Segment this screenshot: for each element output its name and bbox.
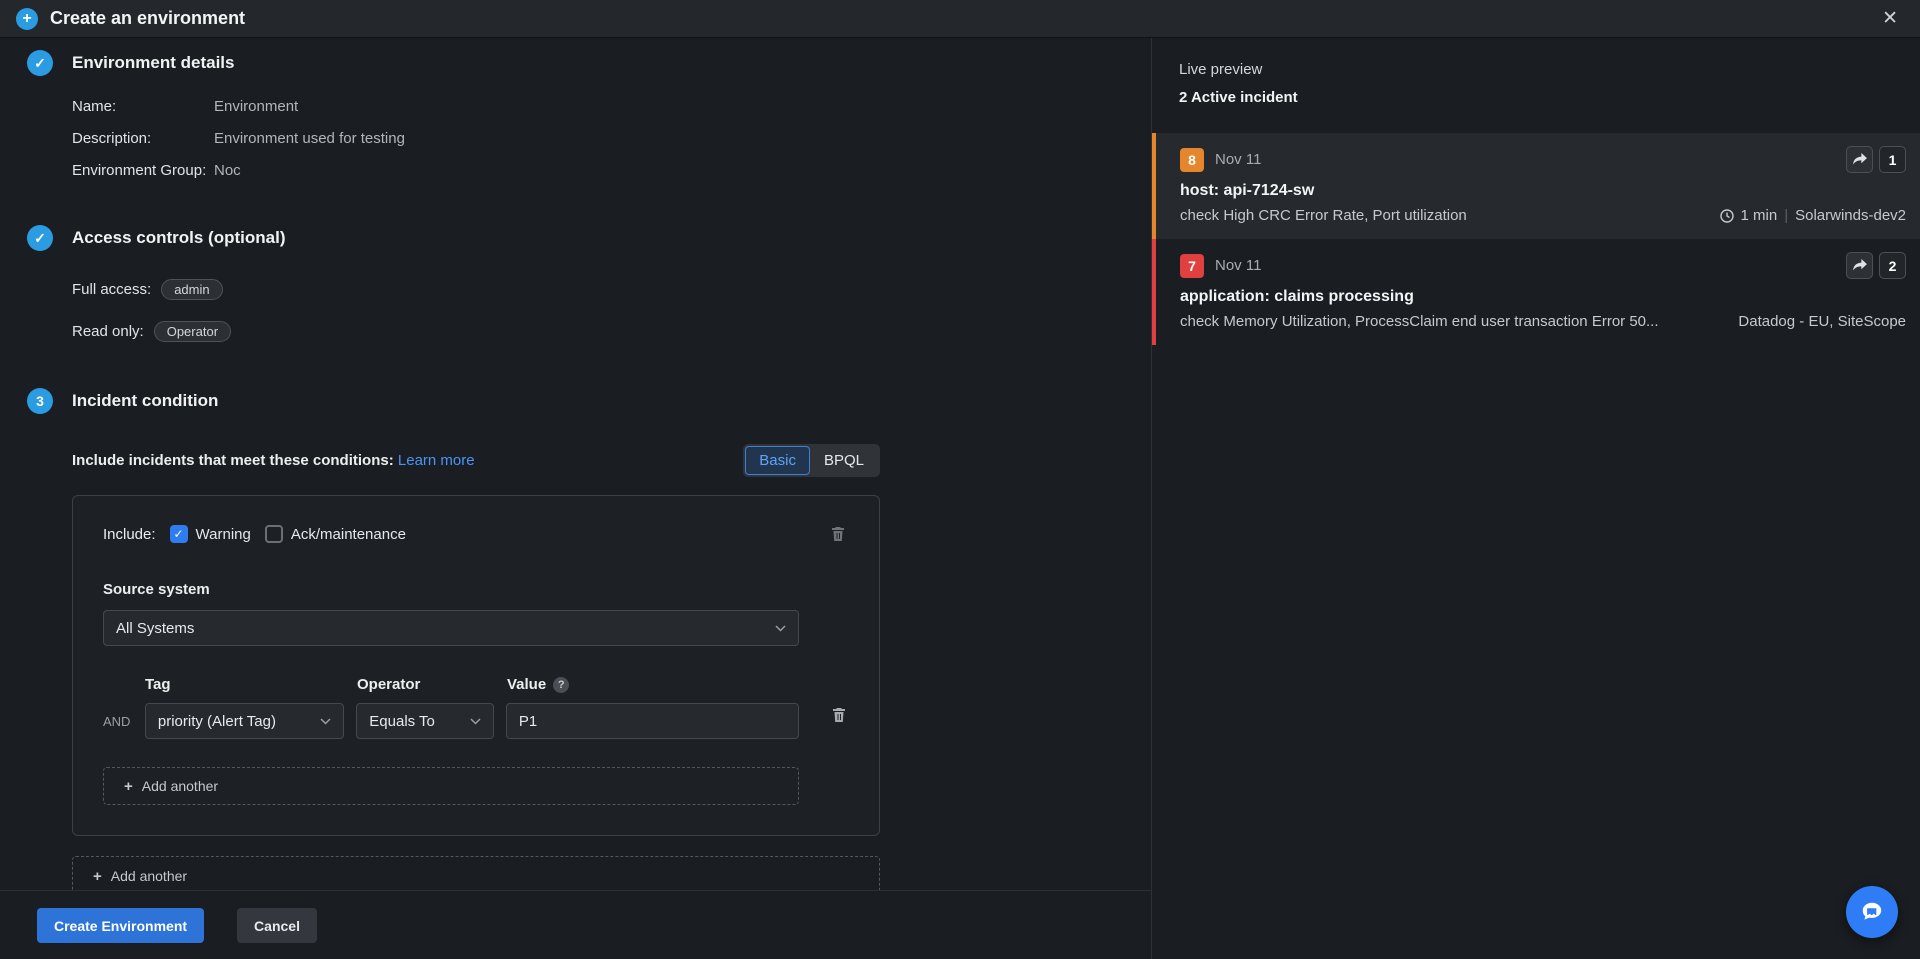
conditions-caption: Include incidents that meet these condit… <box>72 452 475 469</box>
plus-icon: + <box>124 778 133 795</box>
step-complete-icon: ✓ <box>27 225 53 251</box>
mode-toggle: Basic BPQL <box>743 444 880 477</box>
chat-launcher-button[interactable] <box>1846 886 1898 938</box>
form-footer: Create Environment Cancel <box>0 890 1151 959</box>
incident-date: Nov 11 <box>1215 151 1261 168</box>
share-count-badge: 2 <box>1879 252 1906 279</box>
step-number: 3 <box>27 388 53 414</box>
checkbox-unchecked-icon[interactable] <box>265 525 283 543</box>
field-label: Environment Group: <box>72 160 214 181</box>
live-preview-panel: Live preview 2 Active incident 8 Nov 11 … <box>1152 38 1920 959</box>
add-condition-label: Add another <box>142 778 218 794</box>
live-preview-title: Live preview <box>1179 61 1920 78</box>
value-column-header: Value <box>507 676 546 693</box>
field-value: Environment used for testing <box>214 128 405 149</box>
source-system-label: Source system <box>103 581 879 598</box>
severity-badge: 7 <box>1180 254 1204 278</box>
section-title: Access controls (optional) <box>72 228 285 248</box>
delete-condition-icon[interactable] <box>828 703 850 730</box>
full-access-role-badge: admin <box>161 279 222 300</box>
add-condition-group-label: Add another <box>111 868 187 884</box>
add-condition-button[interactable]: + Add another <box>103 767 799 805</box>
chevron-down-icon <box>470 718 481 725</box>
cancel-button[interactable]: Cancel <box>237 908 317 943</box>
field-label: Description: <box>72 128 214 149</box>
tag-column-header: Tag <box>145 676 357 693</box>
field-value: Environment <box>214 96 298 117</box>
incident-time: 1 min <box>1741 207 1778 224</box>
tab-basic[interactable]: Basic <box>745 446 810 475</box>
conditions-label: Include incidents that meet these condit… <box>72 452 394 469</box>
incident-description: check Memory Utilization, ProcessClaim e… <box>1180 313 1728 330</box>
section-environment-details: ✓ Environment details Name: Environment … <box>27 50 1151 181</box>
share-icon[interactable] <box>1846 146 1873 173</box>
warning-checkbox-label[interactable]: Warning <box>196 526 251 543</box>
source-system-select[interactable]: All Systems <box>103 610 799 646</box>
value-input[interactable] <box>506 703 799 739</box>
severity-badge: 8 <box>1180 148 1204 172</box>
read-only-role-badge: Operator <box>154 321 231 342</box>
section-title: Environment details <box>72 53 234 73</box>
full-access-label: Full access: <box>72 281 151 298</box>
operator-select[interactable]: Equals To <box>356 703 494 739</box>
warning-checkbox[interactable]: ✓ Warning <box>170 525 251 543</box>
read-only-label: Read only: <box>72 323 144 340</box>
section-incident-condition: 3 Incident condition Include incidents t… <box>27 388 1151 890</box>
delete-group-icon[interactable] <box>827 522 849 549</box>
add-environment-icon: + <box>16 8 38 30</box>
and-operator-label: AND <box>103 714 145 729</box>
field-environment-group: Environment Group: Noc <box>72 160 1151 181</box>
create-environment-button[interactable]: Create Environment <box>37 908 204 943</box>
incident-title: host: api-7124-sw <box>1180 182 1906 200</box>
full-access-row: Full access: admin <box>72 277 1151 302</box>
chat-icon <box>1859 899 1885 925</box>
checkbox-checked-icon[interactable]: ✓ <box>170 525 188 543</box>
meta-separator: | <box>1784 207 1788 224</box>
incident-source: Datadog - EU, SiteScope <box>1738 313 1906 330</box>
field-description: Description: Environment used for testin… <box>72 128 1151 149</box>
incident-source: Solarwinds-dev2 <box>1795 207 1906 224</box>
active-incident-count: 2 Active incident <box>1179 89 1920 106</box>
field-value: Noc <box>214 160 241 181</box>
chevron-down-icon <box>320 718 331 725</box>
chevron-down-icon <box>775 625 786 632</box>
form-panel: ✓ Environment details Name: Environment … <box>0 38 1152 959</box>
field-name: Name: Environment <box>72 96 1151 117</box>
tag-select-value: priority (Alert Tag) <box>158 713 276 730</box>
close-icon[interactable]: ✕ <box>1876 5 1904 32</box>
read-only-row: Read only: Operator <box>72 319 1151 344</box>
source-system-value: All Systems <box>116 620 194 637</box>
field-label: Name: <box>72 96 214 117</box>
plus-icon: + <box>93 868 102 885</box>
tab-bpql[interactable]: BPQL <box>810 446 878 475</box>
operator-select-value: Equals To <box>369 713 435 730</box>
ack-maintenance-checkbox-label[interactable]: Ack/maintenance <box>291 526 406 543</box>
share-icon[interactable] <box>1846 252 1873 279</box>
incident-card[interactable]: 7 Nov 11 2 application: claims processin… <box>1152 239 1920 345</box>
share-count-badge: 1 <box>1879 146 1906 173</box>
ack-maintenance-checkbox[interactable]: Ack/maintenance <box>265 525 406 543</box>
add-condition-group-button[interactable]: + Add another <box>72 856 880 890</box>
incident-description: check High CRC Error Rate, Port utilizat… <box>1180 207 1710 224</box>
tag-select[interactable]: priority (Alert Tag) <box>145 703 344 739</box>
step-complete-icon: ✓ <box>27 50 53 76</box>
section-access-controls: ✓ Access controls (optional) Full access… <box>27 225 1151 344</box>
topbar: + Create an environment ✕ <box>0 0 1920 38</box>
incident-card[interactable]: 8 Nov 11 1 host: api-7124-sw check High … <box>1152 133 1920 239</box>
help-icon[interactable]: ? <box>553 677 569 693</box>
incident-date: Nov 11 <box>1215 257 1261 274</box>
page-title: Create an environment <box>50 8 245 29</box>
learn-more-link[interactable]: Learn more <box>398 452 475 469</box>
clock-icon <box>1720 209 1734 223</box>
incident-title: application: claims processing <box>1180 288 1906 306</box>
section-title: Incident condition <box>72 391 218 411</box>
include-label: Include: <box>103 526 156 543</box>
condition-group: Include: ✓ Warning Ack/maintenance <box>72 495 880 836</box>
operator-column-header: Operator <box>357 676 507 693</box>
